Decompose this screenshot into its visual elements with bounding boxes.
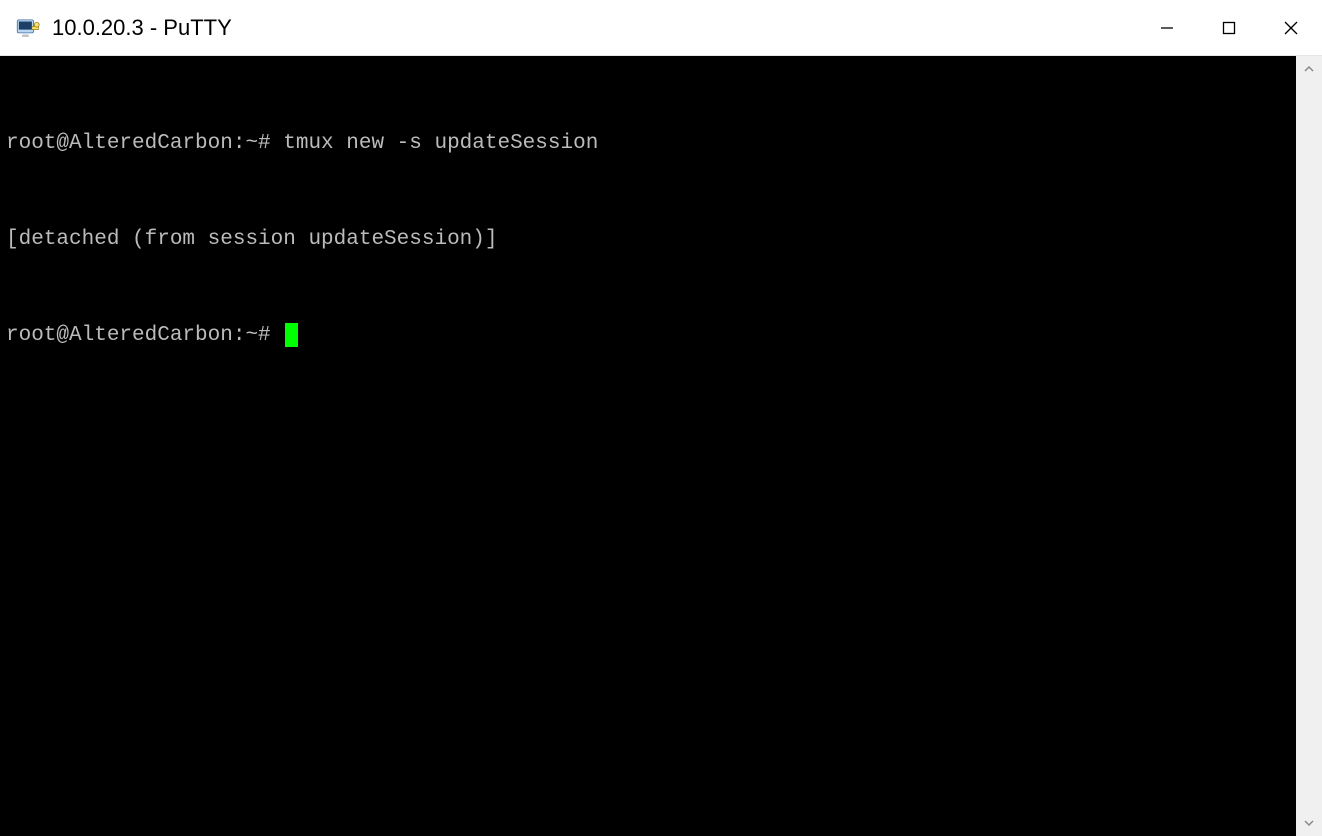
scroll-up-arrow-icon[interactable] (1296, 56, 1322, 82)
window-titlebar: 10.0.20.3 - PuTTY (0, 0, 1322, 56)
terminal-line: root@AlteredCarbon:~# tmux new -s update… (6, 128, 1290, 160)
putty-icon (14, 15, 40, 41)
terminal-line: [detached (from session updateSession)] (6, 224, 1290, 256)
window-title: 10.0.20.3 - PuTTY (52, 15, 232, 41)
maximize-button[interactable] (1198, 0, 1260, 56)
close-button[interactable] (1260, 0, 1322, 56)
window-controls (1136, 0, 1322, 55)
vertical-scrollbar[interactable] (1296, 56, 1322, 836)
terminal-output: root@AlteredCarbon:~# tmux new -s update… (0, 56, 1296, 424)
minimize-button[interactable] (1136, 0, 1198, 56)
terminal-area[interactable]: root@AlteredCarbon:~# tmux new -s update… (0, 56, 1296, 836)
scroll-down-arrow-icon[interactable] (1296, 810, 1322, 836)
cursor-block (285, 323, 298, 347)
terminal-prompt: root@AlteredCarbon:~# (6, 324, 283, 347)
terminal-prompt-line: root@AlteredCarbon:~# (6, 320, 1290, 352)
